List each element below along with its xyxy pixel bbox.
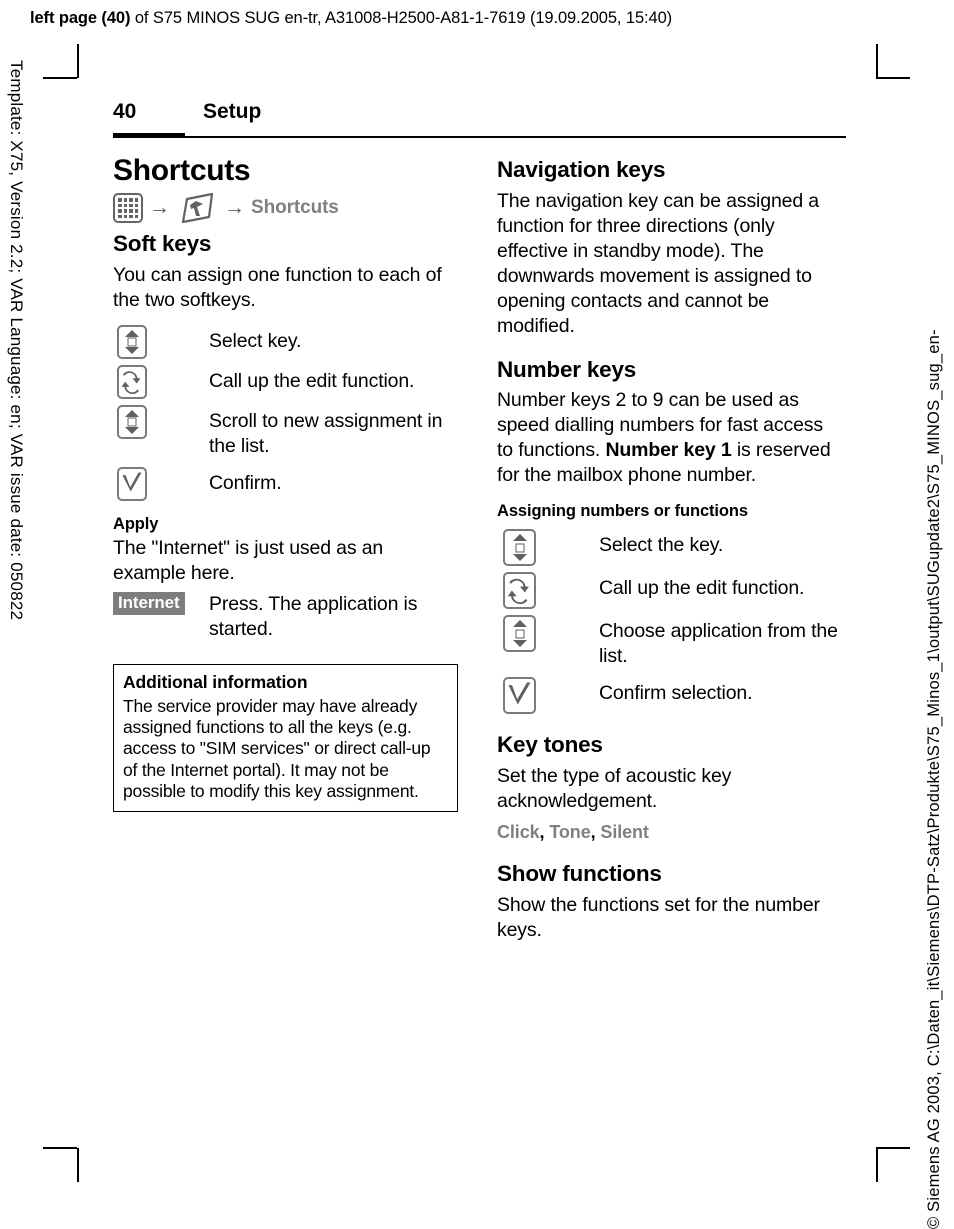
step-row: Confirm. (113, 466, 458, 501)
step-icon-cell (497, 529, 599, 567)
step-row: Confirm selection. (497, 677, 842, 715)
menu-grid-icon (113, 193, 143, 223)
proof-header-page-label: left page (40) (30, 9, 131, 27)
step-row: Choose application from the list. (497, 615, 842, 669)
step-text: Call up the edit function. (599, 577, 805, 600)
breadcrumb-label-shortcuts: Shortcuts (251, 197, 339, 218)
key-tones-option-click: Click (497, 821, 540, 842)
heading-number-keys: Number keys (497, 356, 637, 382)
nav-updown-key-icon (503, 615, 536, 653)
nav-updown-key-icon (503, 529, 536, 567)
header-rule-thick (113, 133, 185, 138)
crop-mark-bottom-left-vertical (77, 1148, 79, 1182)
number-keys-body: Number keys 2 to 9 can be used as speed … (497, 388, 842, 488)
crop-mark-bottom-left-horizontal (43, 1147, 77, 1149)
crop-mark-top-right-vertical (876, 44, 878, 78)
nav-updown-key-icon (117, 324, 147, 359)
step-text: Confirm. (209, 471, 282, 494)
proof-header-details: of S75 MINOS SUG en-tr, A31008-H2500-A81… (130, 9, 673, 27)
step-text: Select the key. (599, 534, 724, 557)
info-box-title: Additional information (123, 671, 308, 692)
header-rule-thin (113, 136, 846, 138)
step-row: Call up the edit function. (497, 572, 842, 610)
page-number: 40 (113, 100, 137, 123)
info-box-body: The service provider may have already as… (123, 695, 431, 801)
step-icon-cell (113, 324, 209, 359)
key-tones-option-tone: Tone (549, 821, 591, 842)
left-column: Shortcuts → → Shortcuts Soft keys You ca… (113, 154, 458, 813)
step-icon-cell (113, 466, 209, 501)
template-metadata-sidenote: Template: X75, Version 2.2; VAR Language… (7, 60, 26, 621)
copyright-path-sidenote: © Siemens AG 2003, C:\Daten_it\Siemens\D… (925, 329, 943, 1229)
step-icon-cell (497, 572, 599, 610)
step-icon-cell (113, 364, 209, 399)
breadcrumb-arrow-2-icon: → (224, 195, 245, 219)
heading-navigation-keys: Navigation keys (497, 157, 666, 182)
show-functions-body: Show the functions set for the number ke… (497, 893, 820, 941)
step-text: Select key. (209, 329, 302, 352)
step-text: Choose application from the list. (599, 620, 838, 668)
softkey-press-row: Internet Press. The application is start… (113, 591, 458, 642)
step-text: Scroll to new assignment in the list. (209, 409, 443, 457)
softkey-badge-internet[interactable]: Internet (113, 591, 185, 616)
settings-wrench-icon (176, 192, 218, 224)
step-row: Scroll to new assignment in the list. (113, 404, 458, 459)
heading-show-functions: Show functions (497, 860, 662, 886)
edit-refresh-key-icon (503, 572, 536, 610)
navigation-keys-body: The navigation key can be assigned a fun… (497, 189, 819, 337)
step-row: Select key. (113, 324, 458, 359)
chapter-title: Setup (203, 100, 262, 123)
heading-key-tones: Key tones (497, 732, 603, 758)
step-text: Call up the edit function. (209, 369, 415, 392)
running-head: 40 Setup (113, 100, 846, 140)
step-text: Confirm selection. (599, 682, 753, 705)
step-row: Select the key. (497, 529, 842, 567)
crop-mark-bottom-right-horizontal (876, 1147, 910, 1149)
key-tones-option-silent: Silent (600, 821, 649, 842)
step-icon-cell (497, 677, 599, 715)
breadcrumb: → → Shortcuts (113, 191, 458, 225)
crop-mark-bottom-right-vertical (876, 1148, 878, 1182)
edit-refresh-key-icon (117, 364, 147, 399)
crop-mark-top-right-horizontal (876, 77, 910, 79)
heading-soft-keys: Soft keys (113, 231, 212, 256)
key-tones-options: Click, Tone, Silent (497, 821, 649, 842)
key-tones-body: Set the type of acoustic key acknowledge… (497, 765, 732, 813)
page-content: 40 Setup Shortcuts → → Shortcuts Soft ke… (113, 100, 846, 941)
apply-text: The "Internet" is just used as an exampl… (113, 536, 384, 584)
page-title: Shortcuts (113, 154, 251, 187)
step-icon-cell (497, 615, 599, 653)
subheading-assigning-numbers: Assigning numbers or functions (497, 502, 748, 521)
step-row: Call up the edit function. (113, 364, 458, 399)
proof-header: left page (40) of S75 MINOS SUG en-tr, A… (30, 9, 672, 28)
softkey-badge-cell: Internet (113, 591, 209, 616)
nav-updown-key-icon (117, 404, 147, 439)
subheading-apply: Apply (113, 514, 159, 533)
crop-mark-top-left-vertical (77, 44, 79, 78)
additional-information-box: Additional information The service provi… (113, 663, 458, 813)
confirm-check-key-icon (503, 677, 536, 715)
breadcrumb-arrow-1-icon: → (149, 195, 170, 219)
number-key-1-emphasis: Number key 1 (605, 439, 732, 462)
confirm-check-key-icon (117, 466, 147, 501)
step-icon-cell (113, 404, 209, 439)
soft-keys-intro: You can assign one function to each of t… (113, 263, 442, 311)
right-column: Navigation keys The navigation key can b… (497, 157, 842, 943)
crop-mark-top-left-horizontal (43, 77, 77, 79)
softkey-press-text: Press. The application is started. (209, 592, 418, 640)
